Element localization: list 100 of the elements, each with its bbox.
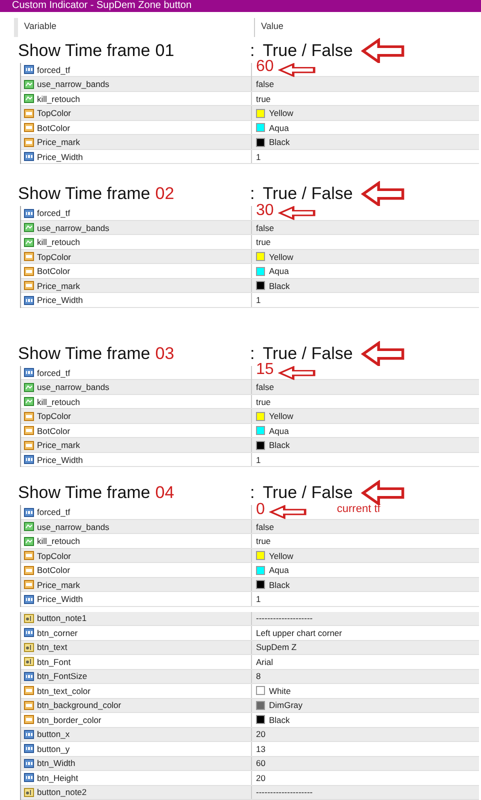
variable-value: 13 [256,744,266,754]
variable-value: false [256,222,274,233]
variable-name: Price_mark [37,280,80,291]
separator: : [250,344,255,364]
variable-value: Aqua [269,426,289,436]
variable-name: btn_border_color [37,714,102,725]
toggle-icon [24,382,34,392]
toggle-icon [24,522,34,532]
variable-value: -------------------- [256,787,313,798]
variable-value: 1 [256,454,261,465]
variable-name: btn_Width [37,758,76,768]
variable-name: button_y [37,744,70,754]
variable-name: button_x [37,729,70,740]
column-header[interactable]: Value [254,18,361,37]
annotation-note: current tf [336,503,380,516]
variable-value: Aqua [269,122,289,133]
separator: : [250,184,255,204]
variable-value: Yellow [269,550,294,561]
section-heading: Show Time frame 01 [18,40,176,61]
section-value: True / False [262,483,353,502]
variable-value: 1 [256,594,261,604]
number-icon [24,152,34,162]
variable-value: Arial [256,656,274,667]
variable-value: false [256,522,274,532]
variable-name: kill_retouch [37,396,80,407]
text-icon [24,642,34,652]
number-icon [24,208,34,218]
variable-name: TopColor [37,252,72,262]
variable-name: btn_Height [37,772,78,783]
variable-name: TopColor [37,108,72,118]
variable-value: Black [269,137,290,148]
section-value: True / False [262,344,353,363]
toggle-icon [24,238,34,247]
variable-name: TopColor [37,550,72,561]
number-icon [24,296,34,305]
variable-name: forced_tf [37,64,70,75]
toggle-icon [24,536,34,546]
variable-name: forced_tf [37,208,70,218]
variable-value: false [256,79,274,90]
variable-name: btn_text [37,642,68,652]
number-icon [24,758,34,768]
variable-value: 8 [256,671,261,682]
variable-name: btn_Font [37,656,71,667]
toggle-icon [24,223,34,232]
variable-value: Yellow [269,252,294,262]
annotation-value: 60 [256,60,274,74]
variable-value: 1 [256,295,261,306]
variable-value: 20 [256,729,266,740]
variable-name: Price_Width [37,594,83,604]
number-icon [24,65,34,74]
toggle-icon [24,80,34,89]
toggle-icon [24,94,34,104]
variable-value: Aqua [269,266,289,276]
section-heading: Show Time frame 04 [18,483,176,504]
section-value: True / False [262,184,353,204]
variable-value: 20 [256,772,266,783]
number-icon [24,672,34,681]
annotation-value: 30 [256,204,274,217]
variable-value: Black [269,580,290,590]
variable-value: Black [269,280,290,291]
variable-name: kill_retouch [37,237,80,248]
number-icon [24,730,34,739]
window-title: Custom Indicator - SupDem Zone button [0,0,481,12]
variable-name: use_narrow_bands [37,522,110,532]
variable-name: btn_background_color [37,700,122,710]
variable-name: TopColor [37,411,72,422]
section-heading: Show Time frame 03 [18,344,176,364]
arrow-icon [278,206,316,220]
variable-name: BotColor [37,122,70,133]
separator: : [250,483,255,504]
separator: : [250,40,255,61]
variable-name: BotColor [37,565,70,576]
variable-name: BotColor [37,266,70,276]
text-icon [24,614,34,623]
variable-name: Price_mark [37,137,80,148]
variable-name: kill_retouch [37,536,80,546]
variable-name: btn_text_color [37,686,90,696]
variable-value: SupDem Z [256,642,297,652]
annotation-value: 0 [256,502,265,516]
variable-name: forced_tf [37,507,70,518]
variable-name: btn_FontSize [37,671,88,682]
variable-value: Yellow [269,108,294,118]
variable-name: Price_Width [37,152,83,162]
variable-name: button_note1 [37,613,87,624]
variable-name: Price_mark [37,580,80,590]
arrow-icon [278,366,316,380]
arrow-icon [268,505,307,520]
arrow-icon [360,38,405,64]
variable-name: kill_retouch [37,94,80,104]
variable-name: use_narrow_bands [37,222,110,233]
column-header[interactable]: Variable [18,18,254,37]
variable-value: Yellow [269,411,294,422]
variable-name: Price_Width [37,454,83,465]
variable-name: use_narrow_bands [37,382,110,392]
variable-value: true [256,237,271,248]
section-value: True / False [262,40,353,60]
number-icon [24,368,34,378]
toggle-icon [24,397,34,406]
annotation-value: 15 [256,363,274,376]
variable-value: true [256,94,271,104]
